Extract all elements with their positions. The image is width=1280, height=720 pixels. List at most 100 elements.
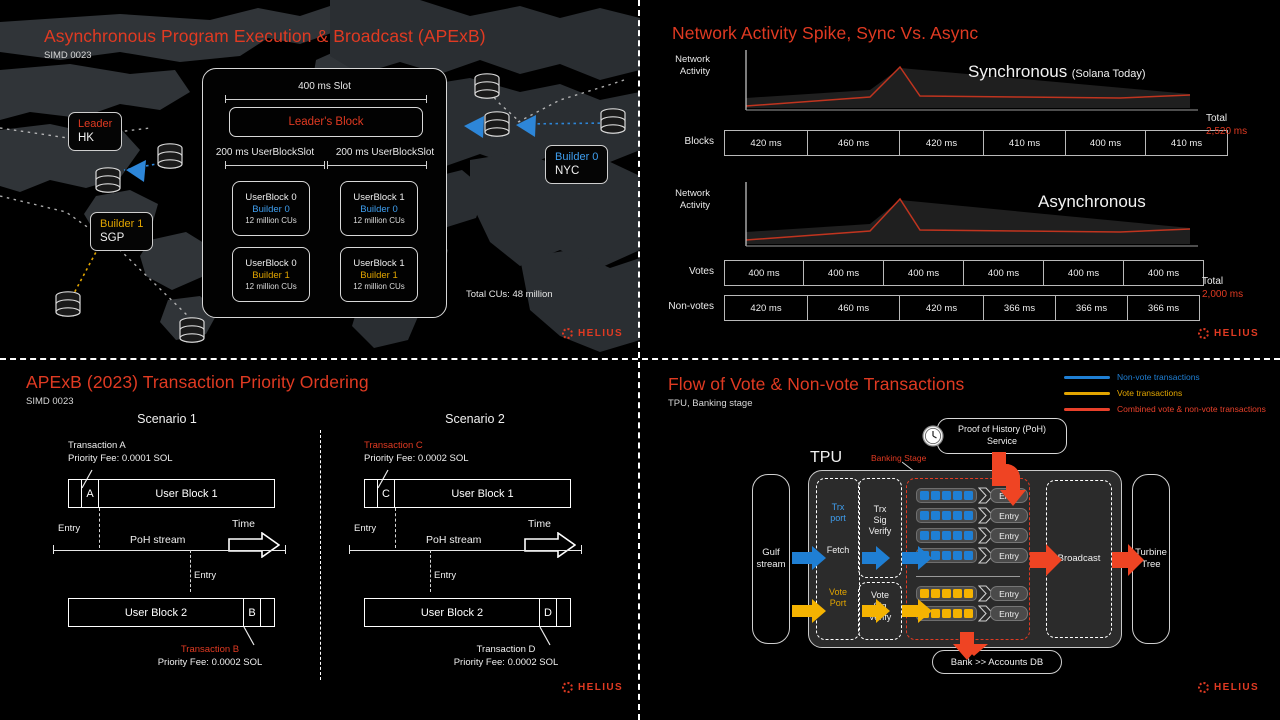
slot-span-bracket [225, 95, 427, 103]
tx-b-label: Transaction B [180, 644, 240, 655]
nonvotes-row-label: Non-votes [668, 301, 714, 312]
blocks-row: 420 ms 460 ms 420 ms 410 ms 400 ms 410 ms [724, 130, 1228, 156]
scenario-2-heading: Scenario 2 [445, 412, 505, 426]
scenario2-entry-dash-upper [395, 508, 396, 548]
block-label: User Block 2 [365, 599, 540, 626]
userblock-builder: Builder 0 [360, 203, 398, 215]
scenario2-bottom-note: Transaction D Priority Fee: 0.0002 SOL [416, 644, 596, 670]
userblock-cus: 12 million CUs [245, 215, 297, 225]
nonvotes-cell: 366 ms [1056, 295, 1128, 321]
tpu-flow-arrows [792, 544, 1144, 660]
helius-wordmark: HELIUS [1214, 328, 1260, 339]
userblock-builder: Builder 0 [252, 203, 290, 215]
nonvotes-cell: 460 ms [808, 295, 900, 321]
nonvotes-cell: 420 ms [900, 295, 984, 321]
async-total: Total 2,000 ms [1202, 275, 1243, 301]
votes-cell: 400 ms [964, 260, 1044, 286]
userblock-cus: 12 million CUs [353, 215, 405, 225]
helius-wordmark: HELIUS [578, 682, 624, 693]
tx-a-label: Transaction A [68, 440, 126, 451]
page-subtitle: SIMD 0023 [26, 396, 74, 407]
slot-duration-label: 400 ms Slot [298, 81, 351, 92]
helius-logo-tr: HELIUS [1198, 328, 1259, 339]
userblock-0-builder1[interactable]: UserBlock 0 Builder 1 12 million CUs [232, 247, 310, 302]
scenario1-bottom-note: Transaction B Priority Fee: 0.0002 SOL [120, 644, 300, 670]
sync-caption-note: (Solana Today) [1071, 68, 1146, 80]
tx-cell-d: D [540, 599, 557, 626]
panel-network-activity: Network Activity Spike, Sync Vs. Async N… [640, 0, 1280, 360]
votes-cell: 400 ms [884, 260, 964, 286]
nonvotes-row: 420 ms 460 ms 420 ms 366 ms 366 ms 366 ms [724, 295, 1200, 321]
votes-cell: 400 ms [804, 260, 884, 286]
scenario1-user-block-1[interactable]: A User Block 1 [68, 479, 275, 508]
pin-city: SGP [100, 232, 125, 245]
panel-tpu-flow: Flow of Vote & Non-vote Transactions TPU… [640, 360, 1280, 720]
tx-c-fee: Priority Fee: 0.0002 SOL [364, 452, 469, 464]
helius-ring-icon [1198, 328, 1209, 339]
userblockslot-bracket-right [327, 161, 427, 169]
scenario1-entry-upper: Entry [58, 523, 81, 534]
userblock-1-builder1[interactable]: UserBlock 1 Builder 1 12 million CUs [340, 247, 418, 302]
scenario1-user-block-2[interactable]: User Block 2 B [68, 598, 275, 627]
scenario1-time-label: Time [232, 518, 255, 530]
sync-total: Total 2,520 ms [1206, 112, 1247, 138]
scenario2-entry-upper: Entry [354, 523, 377, 534]
panel-priority-ordering: APExB (2023) Transaction Priority Orderi… [0, 360, 640, 720]
scenario1-entry-dash-upper [99, 508, 100, 548]
scenario1-entry-dash-lower [190, 550, 191, 592]
blocks-cell: 420 ms [724, 130, 808, 156]
scenario2-user-block-1[interactable]: C User Block 1 [364, 479, 571, 508]
pin-leader-hk[interactable]: Leader HK [68, 112, 123, 152]
pin-city: NYC [555, 165, 580, 178]
pin-city: HK [78, 132, 94, 145]
nonvotes-cell: 366 ms [1128, 295, 1200, 321]
userblock-name: UserBlock 1 [353, 257, 405, 269]
sync-caption: Synchronous (Solana Today) [968, 62, 1145, 82]
total-cus-label: Total CUs: 48 million [466, 289, 553, 300]
sync-total-label: Total [1206, 113, 1228, 124]
scenario2-entry-dash-lower [430, 550, 431, 592]
userblockslot-label-right: 200 ms UserBlockSlot [335, 147, 435, 158]
tx-cell-a: A [82, 480, 99, 507]
sync-total-value: 2,520 ms [1206, 126, 1248, 137]
votes-cell: 400 ms [1124, 260, 1204, 286]
userblock-0-builder0[interactable]: UserBlock 0 Builder 0 12 million CUs [232, 181, 310, 236]
sync-caption-main: Synchronous [968, 62, 1068, 81]
votes-cell: 400 ms [1044, 260, 1124, 286]
panel-apexb-map: Asynchronous Program Execution & Broadca… [0, 0, 640, 360]
tx-a-fee: Priority Fee: 0.0001 SOL [68, 452, 173, 464]
blocks-row-label: Blocks [684, 136, 714, 147]
userblock-name: UserBlock 1 [353, 191, 405, 203]
helius-logo-bl: HELIUS [562, 682, 623, 693]
page-title: Network Activity Spike, Sync Vs. Async [672, 23, 979, 43]
pin-builder1-sgp[interactable]: Builder 1 SGP [90, 212, 154, 252]
leaders-block[interactable]: Leader's Block [229, 107, 423, 137]
async-caption-main: Asynchronous [1038, 192, 1146, 211]
sync-axis-label: Network Activity [675, 54, 710, 77]
scenario2-poh-axis [349, 545, 582, 554]
nonvotes-cell: 420 ms [724, 295, 808, 321]
scenario-1-heading: Scenario 1 [137, 412, 197, 426]
blocks-cell: 460 ms [808, 130, 900, 156]
block-label: User Block 2 [69, 599, 244, 626]
pin-role: Builder 1 [100, 218, 144, 230]
sync-chart-plot [720, 50, 1200, 122]
tx-b-fee: Priority Fee: 0.0002 SOL [157, 656, 263, 668]
pin-builder0-nyc[interactable]: Builder 0 NYC [545, 145, 609, 185]
network-heading: Network Activity Spike, Sync Vs. Async [672, 23, 978, 44]
scenario2-user-block-2[interactable]: User Block 2 D [364, 598, 571, 627]
async-axis-label: Network Activity [675, 188, 710, 211]
slot-diagram-card: 400 ms Slot Leader's Block 200 ms UserBl… [202, 68, 447, 318]
poh-to-banking-arrow-icon [986, 452, 1048, 508]
userblock-1-builder0[interactable]: UserBlock 1 Builder 0 12 million CUs [340, 181, 418, 236]
priority-heading: APExB (2023) Transaction Priority Orderi… [26, 372, 369, 407]
async-total-label: Total [1202, 276, 1224, 287]
votes-row-label: Votes [688, 266, 714, 277]
scenario-divider [320, 430, 321, 680]
nonvotes-cell: 366 ms [984, 295, 1056, 321]
votes-row: 400 ms 400 ms 400 ms 400 ms 400 ms 400 ms [724, 260, 1204, 286]
async-total-value: 2,000 ms [1202, 289, 1244, 300]
userblock-name: UserBlock 0 [245, 257, 297, 269]
block-label: User Block 1 [155, 487, 218, 500]
scenario2-entry-lower: Entry [434, 570, 457, 581]
